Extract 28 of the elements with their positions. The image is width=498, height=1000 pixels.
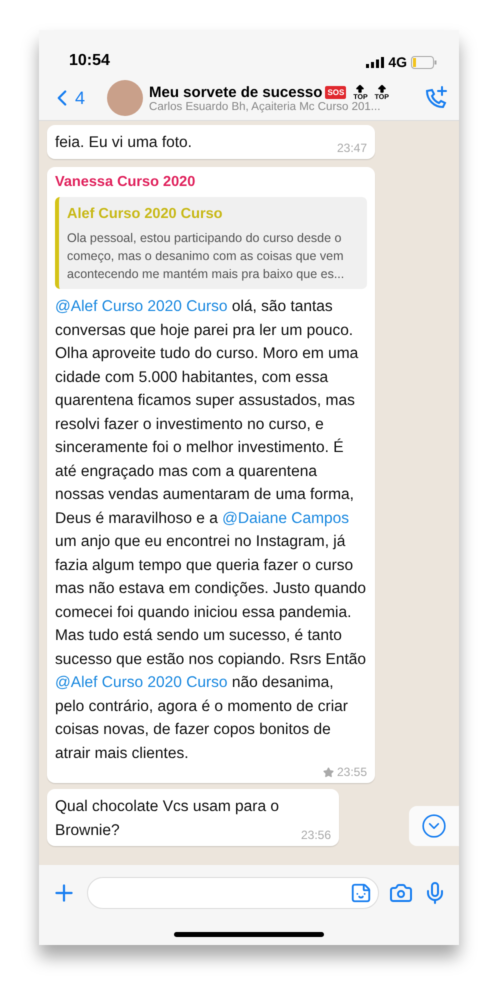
message-text: feia. Eu vi uma foto.: [55, 134, 192, 151]
status-time: 10:54: [69, 52, 110, 70]
sender-name: Vanessa Curso 2020: [55, 172, 196, 190]
scroll-down-button[interactable]: [409, 806, 459, 846]
mention-link[interactable]: @Alef Curso 2020 Curso: [55, 674, 228, 691]
battery-icon: [411, 56, 437, 68]
quote-text: Ola pessoal, estou participando do curso desde o começo, mas o desanimo com as coisas que vem acontecendo me mantém mais pra baixo que es...: [67, 230, 346, 283]
chevron-down-icon: [421, 813, 447, 839]
back-button[interactable]: 4: [49, 85, 86, 111]
chat-members: Carlos Esuardo Bh, Açaiteria Mc Curso 201...: [149, 100, 382, 112]
add-call-icon[interactable]: [423, 85, 449, 111]
message-time: 23:56: [300, 828, 331, 842]
message-text: @Alef Curso 2020 Curso olá, são tantas conversas que hoje parei pra ler um pouco. Olha aproveite tudo do curso. Moro em uma cidade com 5.000 habitantes, com essa quarentena ficamos super assustados, mas resolvi fazer o investimento no curso, e sinceramente foi o melhor investimento. É até engraçado mas com a quarentena nossas vendas aumentaram de uma forma, Deus é maravilhoso e a @Daiane Campos um anjo que eu encontrei no Instagram, já fazia algum tempo que queria fazer o curso mas não estava em condições. Justo quando comecei foi quando iniciou essa pandemia. Mas tudo está sendo um sucesso, é tanto sucesso que estão nos copiando. Rsrs Então @Alef Curso 2020 Curso não desanima, pelo contrário, agora é o momento de criar coisas novas, de fazer copos bonitos de atrair mais clientes.: [55, 297, 367, 764]
message-time: 23:55: [336, 765, 367, 779]
quote-author: Alef Curso 2020 Curso: [67, 204, 224, 224]
message-text: Qual chocolate Vcs usam para o Brownie?: [55, 798, 280, 838]
signal-icon: [366, 56, 384, 68]
mention-link[interactable]: @Alef Curso 2020 Curso: [55, 298, 228, 315]
mention-link[interactable]: @Daiane Campos: [222, 510, 350, 526]
message-time: 23:47: [336, 140, 367, 154]
star-icon: [322, 766, 334, 778]
sos-badge: SOS: [325, 86, 346, 98]
sticker-icon[interactable]: [350, 882, 372, 904]
message-input[interactable]: [87, 876, 379, 908]
group-avatar[interactable]: [107, 80, 144, 116]
quoted-message[interactable]: Alef Curso 2020 Curso Ola pessoal, estou participando do curso desde o começo, mas o desanimo com as coisas que vem acontecendo me mantém mais pra baixo que es...: [55, 196, 367, 289]
chat-title[interactable]: Meu sorvete de sucesso: [149, 84, 322, 100]
network-label: 4G: [388, 54, 407, 70]
